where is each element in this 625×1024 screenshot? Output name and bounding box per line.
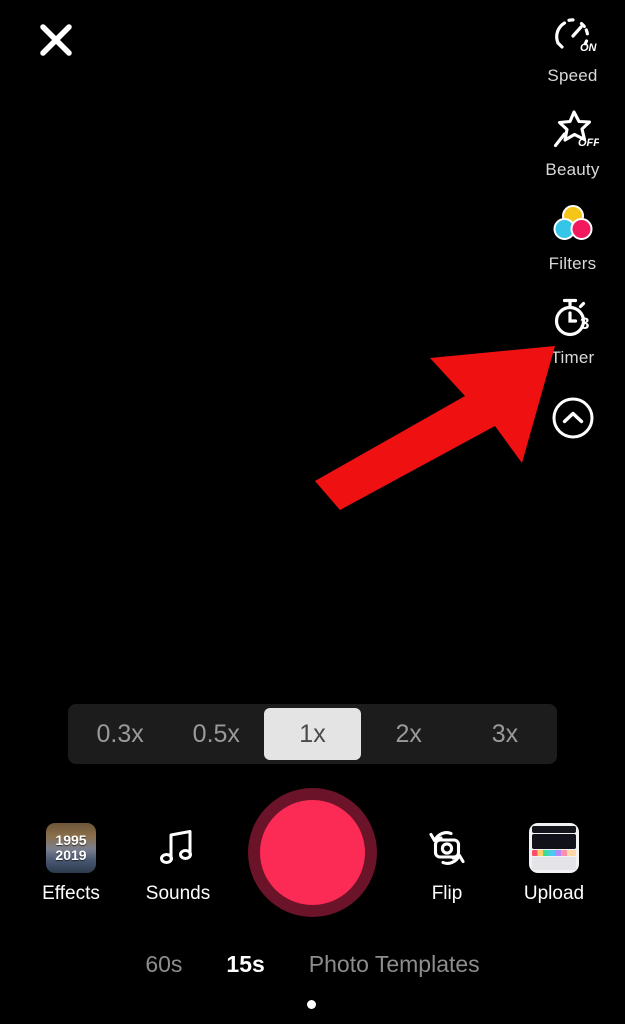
gallery-thumbnail-icon	[526, 820, 582, 876]
right-tool-rail: ON Speed OFF Beauty Filters 3 Timer	[520, 8, 625, 462]
flip-camera-button[interactable]: Flip	[392, 820, 502, 905]
filters-icon	[545, 196, 601, 252]
rail-item-timer[interactable]: 3 Timer	[520, 290, 625, 368]
active-mode-indicator	[307, 1000, 316, 1009]
rail-label-timer: Timer	[550, 348, 595, 367]
mode-tab-photo-templates[interactable]: Photo Templates	[309, 950, 480, 978]
music-note-icon	[150, 820, 206, 876]
effects-year-bottom: 2019	[55, 847, 87, 863]
upload-label: Upload	[523, 883, 585, 904]
rail-label-speed: Speed	[547, 66, 598, 85]
record-button-inner	[260, 800, 365, 905]
svg-text:ON: ON	[580, 42, 598, 54]
rail-label-filters: Filters	[548, 254, 597, 273]
speed-option-2x[interactable]: 2x	[361, 708, 457, 760]
mode-tab-60s[interactable]: 60s	[145, 950, 182, 978]
close-icon	[40, 24, 72, 56]
speed-option-0.5x[interactable]: 0.5x	[168, 708, 264, 760]
speed-option-0.3x[interactable]: 0.3x	[72, 708, 168, 760]
flip-label: Flip	[431, 883, 463, 904]
chevron-up-circle-icon	[545, 390, 601, 446]
svg-text:OFF: OFF	[578, 137, 599, 149]
rail-item-expand[interactable]	[520, 390, 625, 446]
speed-option-3x[interactable]: 3x	[457, 708, 553, 760]
record-button[interactable]	[248, 788, 377, 917]
effects-thumbnail-icon: 1995 2019	[43, 820, 99, 876]
speed-option-1x[interactable]: 1x	[264, 708, 361, 760]
svg-text:3: 3	[580, 314, 589, 333]
mode-tab-15s[interactable]: 15s	[226, 950, 264, 978]
upload-button[interactable]: Upload	[499, 820, 609, 905]
effects-label: Effects	[42, 883, 100, 904]
effects-button[interactable]: 1995 2019 Effects	[16, 820, 126, 905]
close-button[interactable]	[30, 14, 82, 66]
camera-flip-icon	[419, 820, 475, 876]
rail-item-speed[interactable]: ON Speed	[520, 8, 625, 86]
sounds-label: Sounds	[145, 883, 211, 904]
rail-label-beauty: Beauty	[545, 160, 600, 179]
rail-item-filters[interactable]: Filters	[520, 196, 625, 274]
effects-year-top: 1995	[55, 832, 87, 848]
sounds-button[interactable]: Sounds	[123, 820, 233, 905]
camera-screen: ON Speed OFF Beauty Filters 3 Timer 0.3x…	[0, 0, 625, 1024]
capture-mode-tabs: 60s 15s Photo Templates	[0, 950, 625, 978]
speed-selector: 0.3x 0.5x 1x 2x 3x	[68, 704, 557, 764]
magic-wand-icon: OFF	[545, 102, 601, 158]
stopwatch-icon: 3	[545, 290, 601, 346]
rail-item-beauty[interactable]: OFF Beauty	[520, 102, 625, 180]
speedometer-icon: ON	[545, 8, 601, 64]
